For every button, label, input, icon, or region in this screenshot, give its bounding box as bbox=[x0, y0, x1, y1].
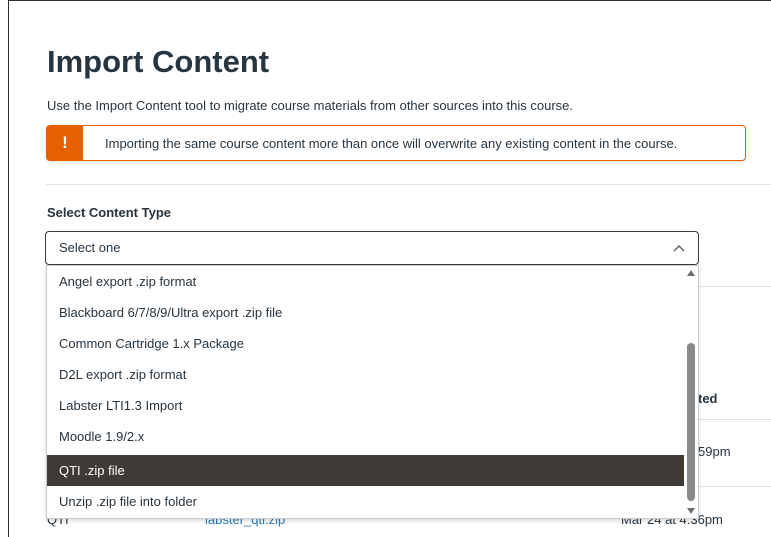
select-current-value: Select one bbox=[59, 240, 121, 255]
content-type-label: Select Content Type bbox=[47, 205, 172, 220]
section-divider bbox=[46, 184, 771, 185]
page-title: Import Content bbox=[47, 44, 270, 79]
dropdown-option-qti[interactable]: QTI .zip file bbox=[47, 455, 685, 486]
dropdown-option-unzip[interactable]: Unzip .zip file into folder bbox=[47, 486, 685, 517]
page-intro: Use the Import Content tool to migrate c… bbox=[47, 98, 574, 113]
table-top-divider bbox=[687, 286, 771, 287]
chevron-up-icon bbox=[673, 245, 685, 252]
dropdown-option-moodle[interactable]: Moodle 1.9/2.x bbox=[47, 421, 685, 452]
alert-message: Importing the same course content more t… bbox=[105, 136, 678, 151]
warning-alert: ! Importing the same course content more… bbox=[46, 125, 746, 161]
table-row-divider bbox=[687, 419, 771, 420]
content-type-select[interactable]: Select one bbox=[45, 231, 699, 265]
table-column-header: ted bbox=[698, 391, 718, 406]
table-row-time: 59pm bbox=[698, 444, 731, 459]
scroll-down-arrow-icon[interactable] bbox=[687, 508, 695, 514]
warning-icon: ! bbox=[47, 126, 83, 160]
scroll-up-arrow-icon[interactable] bbox=[687, 270, 695, 276]
dropdown-option-blackboard[interactable]: Blackboard 6/7/8/9/Ultra export .zip fil… bbox=[47, 297, 685, 328]
dropdown-option-labster[interactable]: Labster LTI1.3 Import bbox=[47, 390, 685, 421]
dropdown-scrollbar[interactable] bbox=[684, 266, 698, 518]
dropdown-option-d2l[interactable]: D2L export .zip format bbox=[47, 359, 685, 390]
dropdown-option-common-cartridge[interactable]: Common Cartridge 1.x Package bbox=[47, 328, 685, 359]
import-content-page: Import Content Use the Import Content to… bbox=[0, 0, 771, 537]
window-border-top bbox=[8, 0, 771, 1]
content-type-dropdown-list[interactable]: Angel export .zip format Blackboard 6/7/… bbox=[46, 265, 699, 519]
dropdown-option-angel[interactable]: Angel export .zip format bbox=[47, 266, 685, 297]
window-border-left bbox=[8, 0, 9, 537]
scrollbar-thumb[interactable] bbox=[687, 343, 695, 501]
table-row-divider bbox=[687, 486, 771, 487]
